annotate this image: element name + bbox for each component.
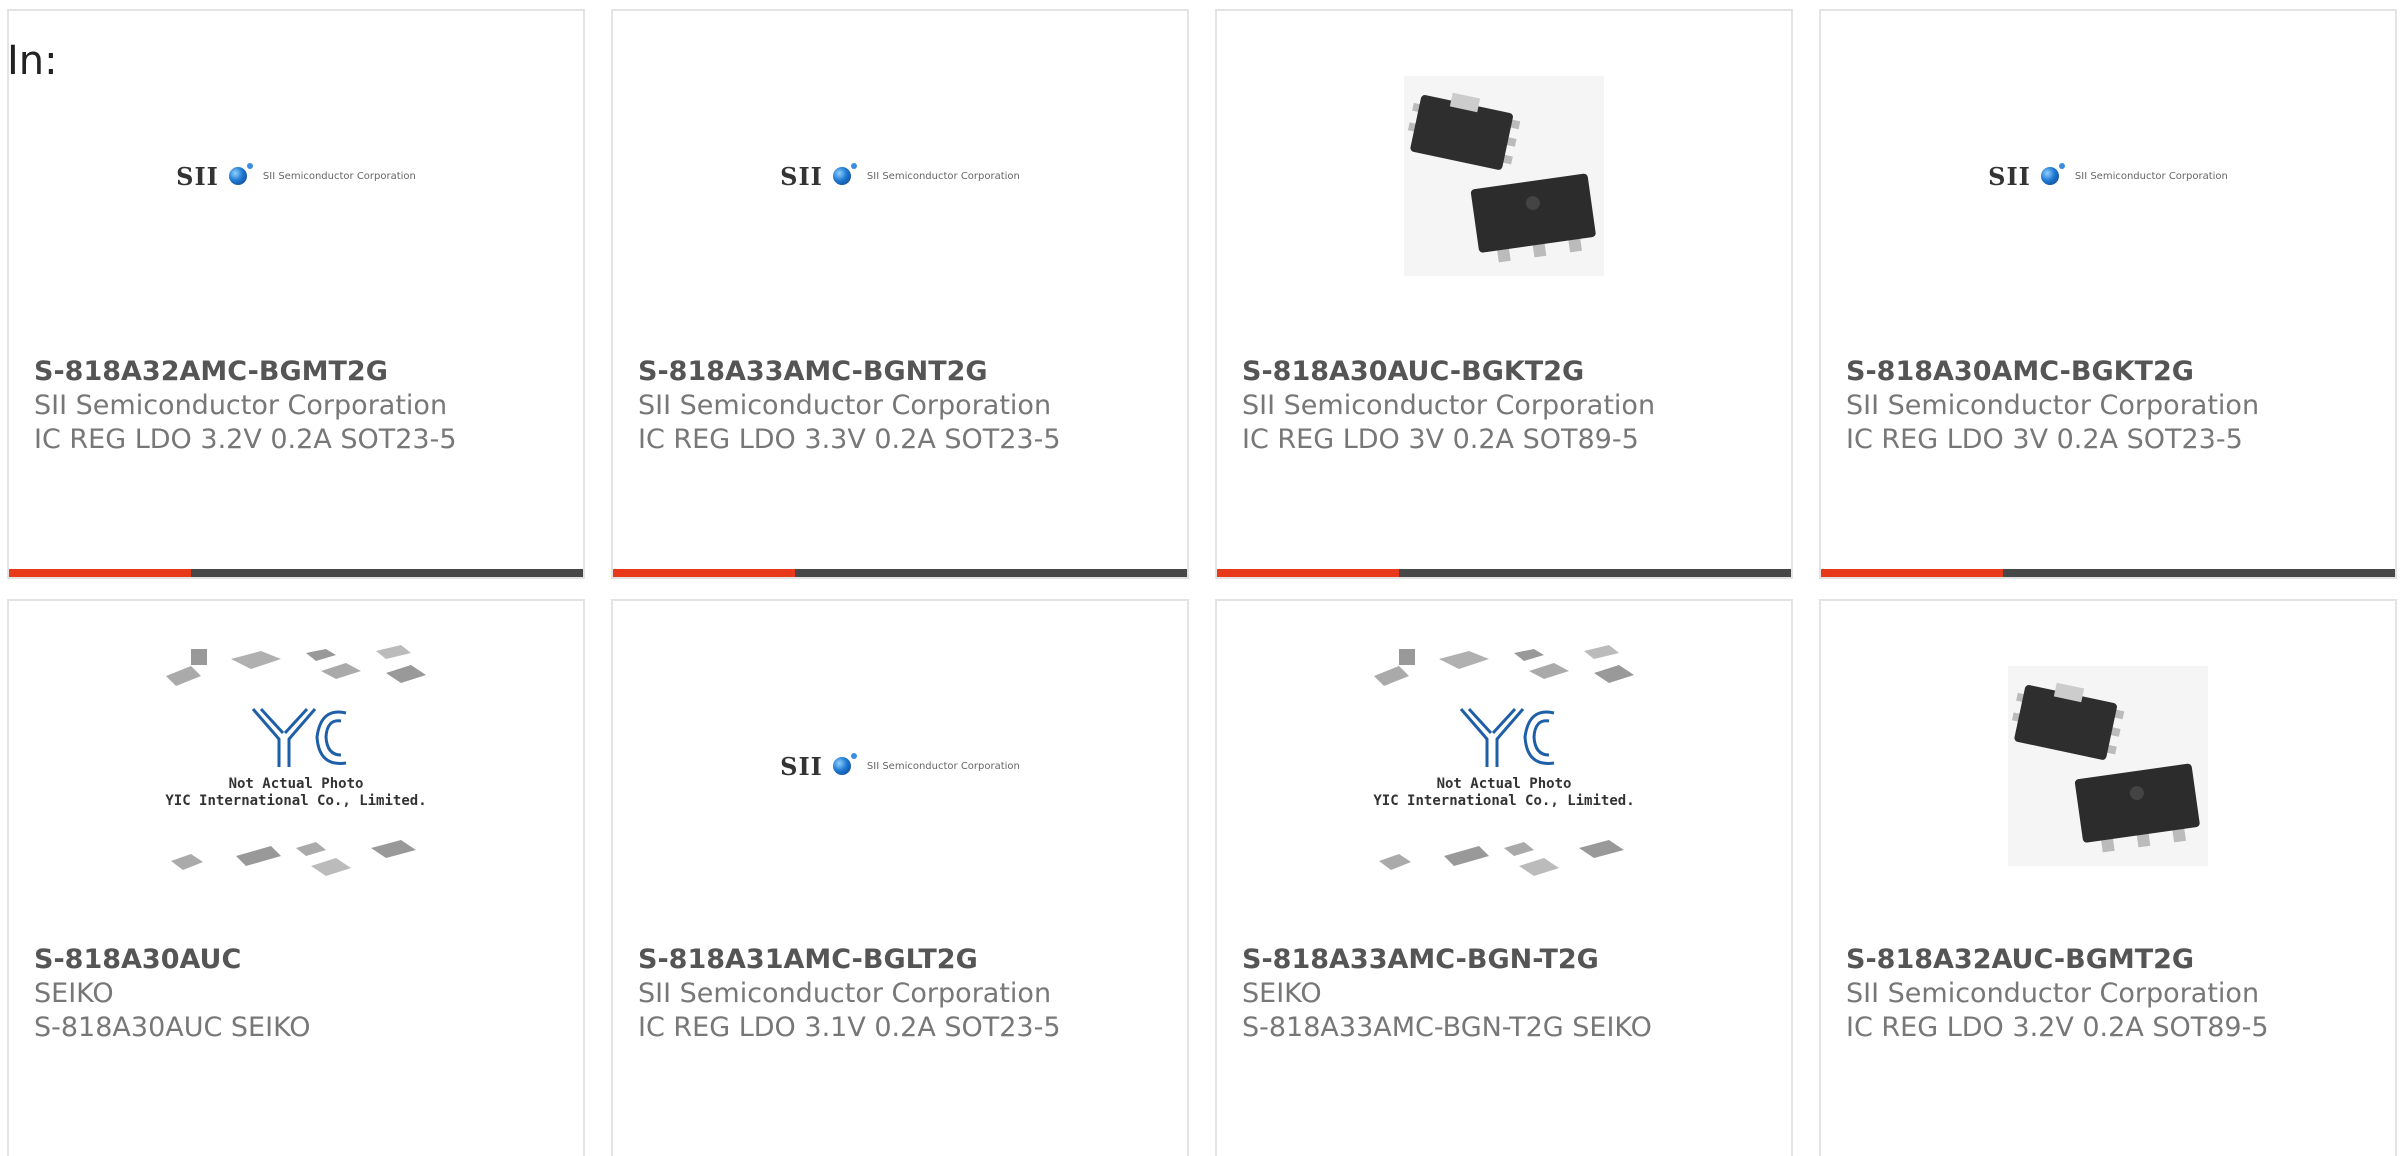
part-number-link[interactable]: S-818A32AMC-BGMT2G: [34, 355, 573, 389]
description: S-818A33AMC-BGN-T2G SEIKO: [1242, 1012, 1652, 1043]
part-number-link[interactable]: S-818A33AMC-BGNT2G: [638, 355, 1177, 389]
placeholder-photo: Not Actual Photo YIC International Co., …: [1369, 641, 1639, 891]
product-image[interactable]: Not Actual Photo YIC International Co., …: [1217, 631, 1791, 901]
card-accent-highlight: [1821, 569, 2003, 577]
description: IC REG LDO 3.1V 0.2A SOT23-5: [638, 1012, 1061, 1043]
part-number-link[interactable]: S-818A30AMC-BGKT2G: [1846, 355, 2385, 389]
product-card[interactable]: Not Actual Photo YIC International Co., …: [7, 599, 585, 1156]
part-number-link[interactable]: S-818A30AUC-BGKT2G: [1242, 355, 1781, 389]
product-info: S-818A31AMC-BGLT2G SII Semiconductor Cor…: [638, 943, 1177, 1045]
manufacturer: SII Semiconductor Corporation: [34, 390, 448, 421]
yic-logo: [1459, 707, 1555, 767]
sii-logo: SII SII Semiconductor Corporation: [780, 752, 1020, 781]
product-card[interactable]: S-818A30AUC-BGKT2G SII Semiconductor Cor…: [1215, 9, 1793, 579]
product-info: S-818A33AMC-BGNT2G SII Semiconductor Cor…: [638, 355, 1177, 457]
globe-icon: [228, 163, 253, 185]
sii-logo-company: SII Semiconductor Corporation: [866, 760, 1020, 772]
product-info: S-818A30AMC-BGKT2G SII Semiconductor Cor…: [1846, 355, 2385, 457]
product-info: S-818A32AMC-BGMT2G SII Semiconductor Cor…: [34, 355, 573, 457]
product-image[interactable]: SII SII Semiconductor Corporation: [1821, 41, 2395, 311]
manufacturer: SEIKO: [1242, 978, 1322, 1009]
yic-logo: [251, 707, 347, 767]
sii-logo-company: SII Semiconductor Corporation: [262, 170, 416, 182]
product-image[interactable]: [1217, 41, 1791, 311]
sii-logo-text: SII: [176, 161, 219, 191]
sii-logo-text: SII: [780, 161, 823, 191]
placeholder-line2: YIC International Co., Limited.: [165, 793, 427, 809]
placeholder-photo: Not Actual Photo YIC International Co., …: [161, 641, 431, 891]
components-icon: [171, 840, 416, 876]
sii-logo-company: SII Semiconductor Corporation: [2074, 170, 2228, 182]
manufacturer: SEIKO: [34, 978, 114, 1009]
components-icon: [1374, 645, 1634, 686]
description: IC REG LDO 3.2V 0.2A SOT89-5: [1846, 1012, 2269, 1043]
sii-logo: SII SII Semiconductor Corporation: [1988, 162, 2228, 191]
sii-logo-text: SII: [1988, 161, 2031, 191]
product-card[interactable]: S-818A32AUC-BGMT2G SII Semiconductor Cor…: [1819, 599, 2397, 1156]
product-card[interactable]: SII SII Semiconductor Corporation S-818A…: [7, 9, 585, 579]
sii-logo-text: SII: [780, 751, 823, 781]
description: IC REG LDO 3.3V 0.2A SOT23-5: [638, 424, 1061, 455]
components-icon: [1379, 840, 1624, 876]
part-number-link[interactable]: S-818A31AMC-BGLT2G: [638, 943, 1177, 977]
product-image[interactable]: SII SII Semiconductor Corporation: [9, 41, 583, 311]
card-accent-highlight: [9, 569, 191, 577]
manufacturer: SII Semiconductor Corporation: [638, 978, 1052, 1009]
product-info: S-818A30AUC SEIKO S-818A30AUC SEIKO: [34, 943, 573, 1045]
sii-logo: SII SII Semiconductor Corporation: [176, 162, 416, 191]
card-accent-bar: [9, 569, 583, 577]
sii-logo-company: SII Semiconductor Corporation: [866, 170, 1020, 182]
product-image[interactable]: SII SII Semiconductor Corporation: [613, 631, 1187, 901]
globe-icon: [2040, 163, 2065, 185]
card-accent-bar: [1821, 569, 2395, 577]
placeholder-line1: Not Actual Photo: [1436, 776, 1572, 792]
product-grid-page: In: SII SII Semiconductor Corporation S-…: [0, 0, 2400, 1156]
components-icon: [166, 645, 426, 686]
card-accent-highlight: [1217, 569, 1399, 577]
card-accent-highlight: [613, 569, 795, 577]
card-accent-bar: [1217, 569, 1791, 577]
placeholder-note: Not Actual Photo YIC International Co., …: [161, 776, 431, 810]
chip-photo: [2008, 666, 2208, 866]
manufacturer: SII Semiconductor Corporation: [1846, 978, 2260, 1009]
product-info: S-818A32AUC-BGMT2G SII Semiconductor Cor…: [1846, 943, 2385, 1045]
product-card[interactable]: SII SII Semiconductor Corporation S-818A…: [611, 599, 1189, 1156]
product-image[interactable]: [1821, 631, 2395, 901]
description: S-818A30AUC SEIKO: [34, 1012, 311, 1043]
placeholder-line2: YIC International Co., Limited.: [1373, 793, 1635, 809]
description: IC REG LDO 3.2V 0.2A SOT23-5: [34, 424, 457, 455]
product-image[interactable]: SII SII Semiconductor Corporation: [613, 41, 1187, 311]
description: IC REG LDO 3V 0.2A SOT23-5: [1846, 424, 2243, 455]
page-heading: In:: [7, 38, 58, 84]
product-info: S-818A30AUC-BGKT2G SII Semiconductor Cor…: [1242, 355, 1781, 457]
card-accent-bar: [613, 569, 1187, 577]
product-card[interactable]: Not Actual Photo YIC International Co., …: [1215, 599, 1793, 1156]
globe-icon: [832, 753, 857, 775]
manufacturer: SII Semiconductor Corporation: [638, 390, 1052, 421]
part-number-link[interactable]: S-818A32AUC-BGMT2G: [1846, 943, 2385, 977]
sii-logo: SII SII Semiconductor Corporation: [780, 162, 1020, 191]
placeholder-line1: Not Actual Photo: [228, 776, 364, 792]
globe-icon: [832, 163, 857, 185]
placeholder-note: Not Actual Photo YIC International Co., …: [1369, 776, 1639, 810]
product-info: S-818A33AMC-BGN-T2G SEIKO S-818A33AMC-BG…: [1242, 943, 1781, 1045]
product-image[interactable]: Not Actual Photo YIC International Co., …: [9, 631, 583, 901]
description: IC REG LDO 3V 0.2A SOT89-5: [1242, 424, 1639, 455]
manufacturer: SII Semiconductor Corporation: [1846, 390, 2260, 421]
part-number-link[interactable]: S-818A30AUC: [34, 943, 573, 977]
product-card[interactable]: SII SII Semiconductor Corporation S-818A…: [1819, 9, 2397, 579]
product-card[interactable]: SII SII Semiconductor Corporation S-818A…: [611, 9, 1189, 579]
manufacturer: SII Semiconductor Corporation: [1242, 390, 1656, 421]
part-number-link[interactable]: S-818A33AMC-BGN-T2G: [1242, 943, 1781, 977]
chip-photo: [1404, 76, 1604, 276]
